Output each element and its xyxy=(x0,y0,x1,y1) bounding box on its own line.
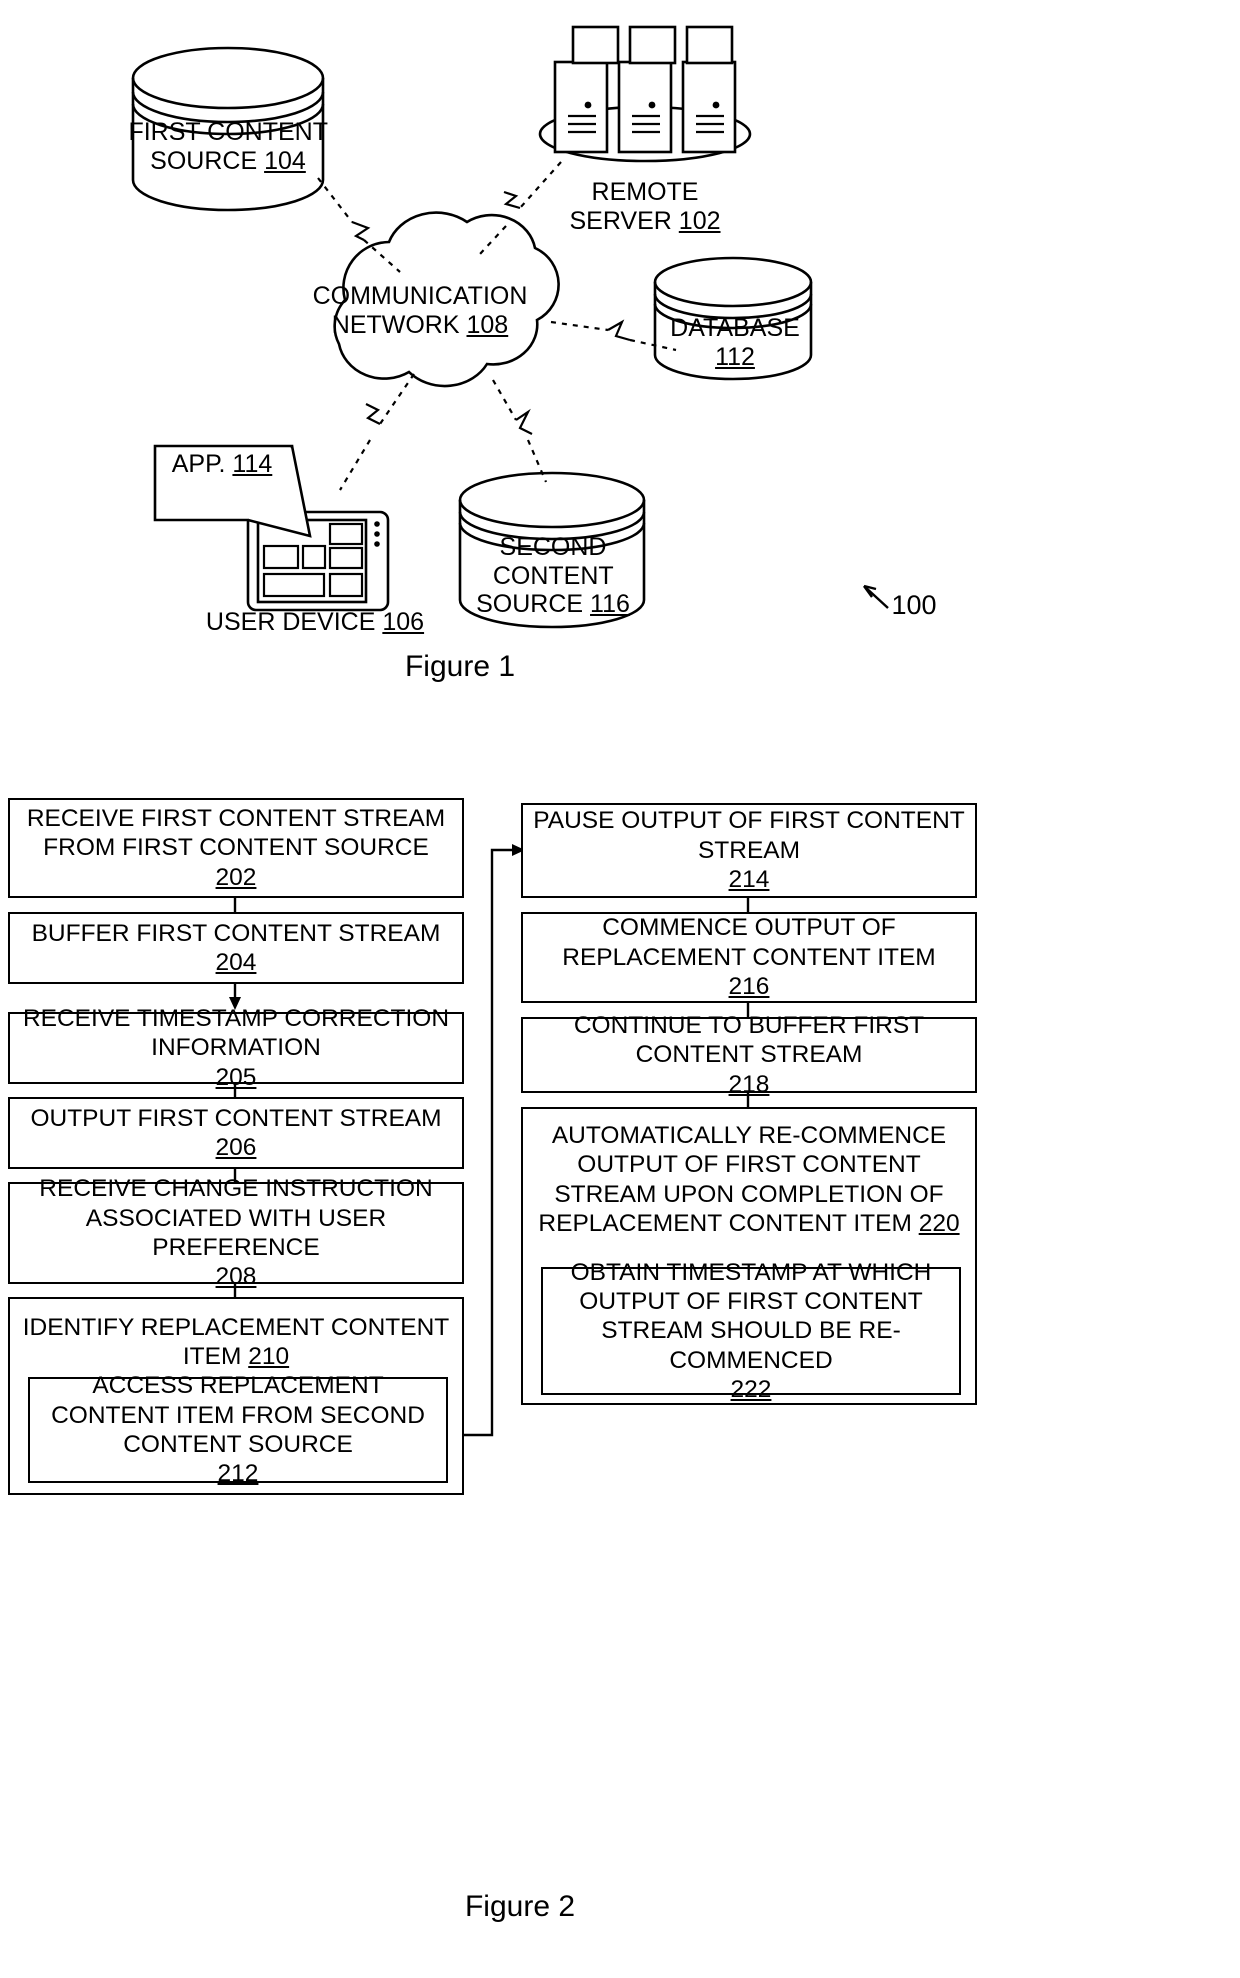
flow-box-202: RECEIVE FIRST CONTENT STREAM FROM FIRST … xyxy=(8,798,464,898)
flow-box-218: CONTINUE TO BUFFER FIRST CONTENT STREAM … xyxy=(521,1012,977,1098)
flow-box-216: COMMENCE OUTPUT OF REPLACEMENT CONTENT I… xyxy=(521,912,977,1003)
figure-2-caption: Figure 2 xyxy=(464,1890,576,1923)
flow-box-208: RECEIVE CHANGE INSTRUCTION ASSOCIATED WI… xyxy=(8,1175,464,1290)
flow-box-206: OUTPUT FIRST CONTENT STREAM 206 xyxy=(8,1097,464,1169)
flow-box-214: PAUSE OUTPUT OF FIRST CONTENT STREAM 214 xyxy=(521,803,977,898)
flow-box-210: IDENTIFY REPLACEMENT CONTENT ITEM 210 AC… xyxy=(8,1297,464,1495)
flow-box-212: ACCESS REPLACEMENT CONTENT ITEM FROM SEC… xyxy=(28,1372,448,1487)
flow-box-222: OBTAIN TIMESTAMP AT WHICH OUTPUT OF FIRS… xyxy=(541,1259,961,1403)
flow-box-205: RECEIVE TIMESTAMP CORRECTION INFORMATION… xyxy=(8,1005,464,1091)
flow-box-220: AUTOMATICALLY RE-COMMENCE OUTPUT OF FIRS… xyxy=(521,1107,977,1405)
flow-box-204: BUFFER FIRST CONTENT STREAM 204 xyxy=(8,912,464,984)
